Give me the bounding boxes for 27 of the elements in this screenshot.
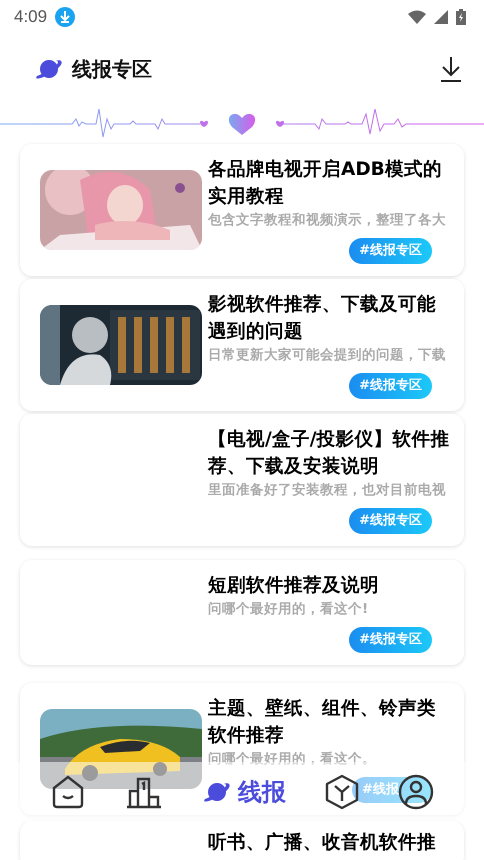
- signal-icon: [434, 10, 448, 24]
- post-title: 影视软件推荐、下载及可能遇到的问题: [208, 293, 437, 344]
- post-card[interactable]: 影视软件推荐、下载及可能遇到的问题 日常更新大家可能会提到的问题，下载 #线报专区: [20, 279, 464, 411]
- status-time: 4:09: [14, 7, 48, 27]
- post-title: 各品牌电视开启ADB模式的实用教程: [208, 158, 443, 209]
- download-icon: [55, 7, 76, 27]
- post-description: 问哪个最好用的，看这个。: [208, 750, 377, 769]
- post-description: 里面准备好了安装教程，也对目前电视: [208, 481, 447, 500]
- post-description: 问哪个最好用的，看这个!: [208, 600, 370, 619]
- post-title: 【电视/盒子/投影仪】软件推荐、下载及安装说明: [208, 428, 450, 479]
- post-title: 短剧软件推荐及说明: [208, 574, 380, 598]
- wifi-icon: [408, 10, 426, 24]
- post-card[interactable]: 各品牌电视开启ADB模式的实用教程 包含文字教程和视频演示，整理了各大 #线报专区: [20, 144, 464, 276]
- battery-icon: [456, 9, 466, 25]
- post-card[interactable]: 听书、广播、收音机软件推: [20, 821, 464, 860]
- post-title: 主题、壁纸、组件、铃声类软件推荐: [208, 696, 437, 748]
- post-card[interactable]: 短剧软件推荐及说明 问哪个最好用的，看这个! #线报专区: [20, 560, 464, 665]
- page-title: 线报专区: [72, 56, 152, 82]
- post-title: 听书、广播、收音机软件推: [208, 831, 437, 855]
- post-card[interactable]: 【电视/盒子/投影仪】软件推荐、下载及安装说明 里面准备好了安装教程，也对目前电视 #线报专区: [20, 414, 464, 546]
- cube-icon[interactable]: [325, 774, 360, 810]
- download-icon[interactable]: [440, 56, 462, 82]
- post-description: 包含文字教程和视频演示，整理了各大: [208, 211, 447, 230]
- nav-tab[interactable]: 线报: [202, 776, 286, 808]
- post-description: 日常更新大家可能会提到的问题，下载: [208, 346, 447, 365]
- profile-icon[interactable]: [398, 774, 434, 810]
- podium-icon[interactable]: [124, 775, 163, 809]
